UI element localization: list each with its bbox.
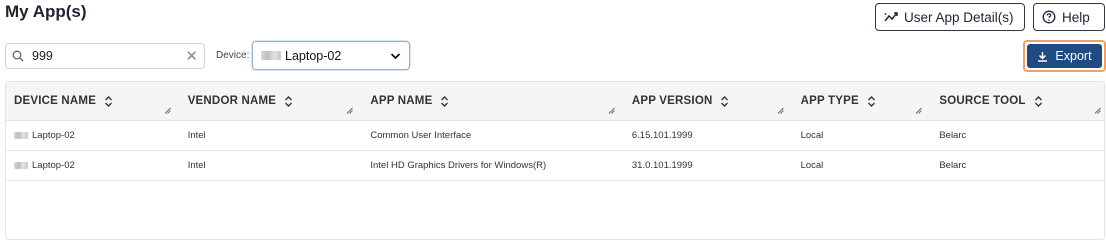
- resize-handle-icon[interactable]: [164, 105, 171, 117]
- help-button[interactable]: Help: [1033, 3, 1105, 31]
- source-tool-cell: Belarc: [939, 160, 967, 171]
- sort-icon[interactable]: [440, 95, 449, 108]
- resize-handle-icon[interactable]: [915, 105, 923, 117]
- app-version-cell: 31.0.101.1999: [631, 160, 693, 171]
- redacted-device-prefix: [14, 162, 28, 169]
- redacted-device-prefix: [14, 132, 28, 139]
- export-label: Export: [1055, 49, 1092, 63]
- resize-handle-icon[interactable]: [777, 105, 784, 117]
- resize-handle-icon[interactable]: [1094, 105, 1101, 117]
- search-input[interactable]: [30, 48, 180, 64]
- device-select[interactable]: Laptop-02: [252, 41, 410, 70]
- redacted-device-prefix: [261, 51, 281, 60]
- search-icon: [12, 50, 24, 62]
- device-name-cell: Laptop-02: [6, 151, 174, 180]
- device-name-text: Laptop-02: [32, 160, 75, 171]
- app-type-cell: Local: [800, 130, 824, 141]
- column-header-app-name[interactable]: APP NAME: [356, 82, 618, 120]
- column-label: APP VERSION: [631, 95, 713, 107]
- apps-grid: DEVICE NAME VENDOR NAME APP NAME APP VER…: [5, 81, 1105, 240]
- vendor-name-cell: Intel: [187, 130, 206, 141]
- help-label: Help: [1062, 9, 1090, 25]
- column-header-vendor-name[interactable]: VENDOR NAME: [174, 82, 357, 120]
- app-name-cell: Intel HD Graphics Drivers for Windows(R): [370, 160, 547, 171]
- table-row[interactable]: Laptop-02 Intel Common User Interface 6.…: [6, 121, 1104, 151]
- column-header-source-tool[interactable]: SOURCE TOOL: [925, 82, 1104, 120]
- sort-icon[interactable]: [867, 95, 876, 108]
- vendor-name-cell: Intel: [187, 160, 206, 171]
- column-label: VENDOR NAME: [187, 95, 277, 107]
- app-type-cell: Local: [800, 160, 824, 171]
- sort-icon[interactable]: [104, 95, 113, 108]
- table-row[interactable]: Laptop-02 Intel Intel HD Graphics Driver…: [6, 151, 1104, 181]
- question-circle-icon: [1042, 10, 1056, 24]
- page-title: My App(s): [5, 2, 87, 21]
- column-label: DEVICE NAME: [14, 95, 97, 107]
- column-header-app-version[interactable]: APP VERSION: [618, 82, 787, 120]
- download-icon: [1038, 51, 1048, 62]
- grid-header: DEVICE NAME VENDOR NAME APP NAME APP VER…: [6, 82, 1104, 121]
- resize-handle-icon[interactable]: [346, 105, 354, 117]
- chevron-down-icon: [390, 52, 401, 59]
- user-app-detail-button[interactable]: User App Detail(s): [875, 3, 1025, 31]
- clear-icon[interactable]: ✕: [185, 49, 198, 64]
- search-box: ✕: [5, 43, 205, 69]
- trend-chart-icon: [884, 12, 898, 22]
- column-label: APP TYPE: [800, 95, 859, 107]
- column-label: SOURCE TOOL: [939, 95, 1026, 107]
- device-select-value: Laptop-02: [285, 48, 342, 63]
- device-filter-label: Device:: [216, 50, 250, 61]
- user-app-detail-label: User App Detail(s): [904, 9, 1014, 25]
- sort-icon[interactable]: [284, 95, 293, 108]
- column-header-app-type[interactable]: APP TYPE: [787, 82, 926, 120]
- sort-icon[interactable]: [1034, 95, 1043, 108]
- resize-handle-icon[interactable]: [608, 105, 615, 117]
- column-label: APP NAME: [370, 95, 433, 107]
- export-focus-ring: Export: [1023, 40, 1106, 72]
- sort-icon[interactable]: [720, 95, 729, 108]
- device-name-cell: Laptop-02: [6, 121, 174, 150]
- export-button[interactable]: Export: [1027, 44, 1102, 68]
- device-name-text: Laptop-02: [32, 130, 75, 141]
- app-version-cell: 6.15.101.1999: [631, 130, 693, 141]
- source-tool-cell: Belarc: [939, 130, 967, 141]
- column-header-device-name[interactable]: DEVICE NAME: [6, 82, 174, 120]
- app-name-cell: Common User Interface: [370, 130, 472, 141]
